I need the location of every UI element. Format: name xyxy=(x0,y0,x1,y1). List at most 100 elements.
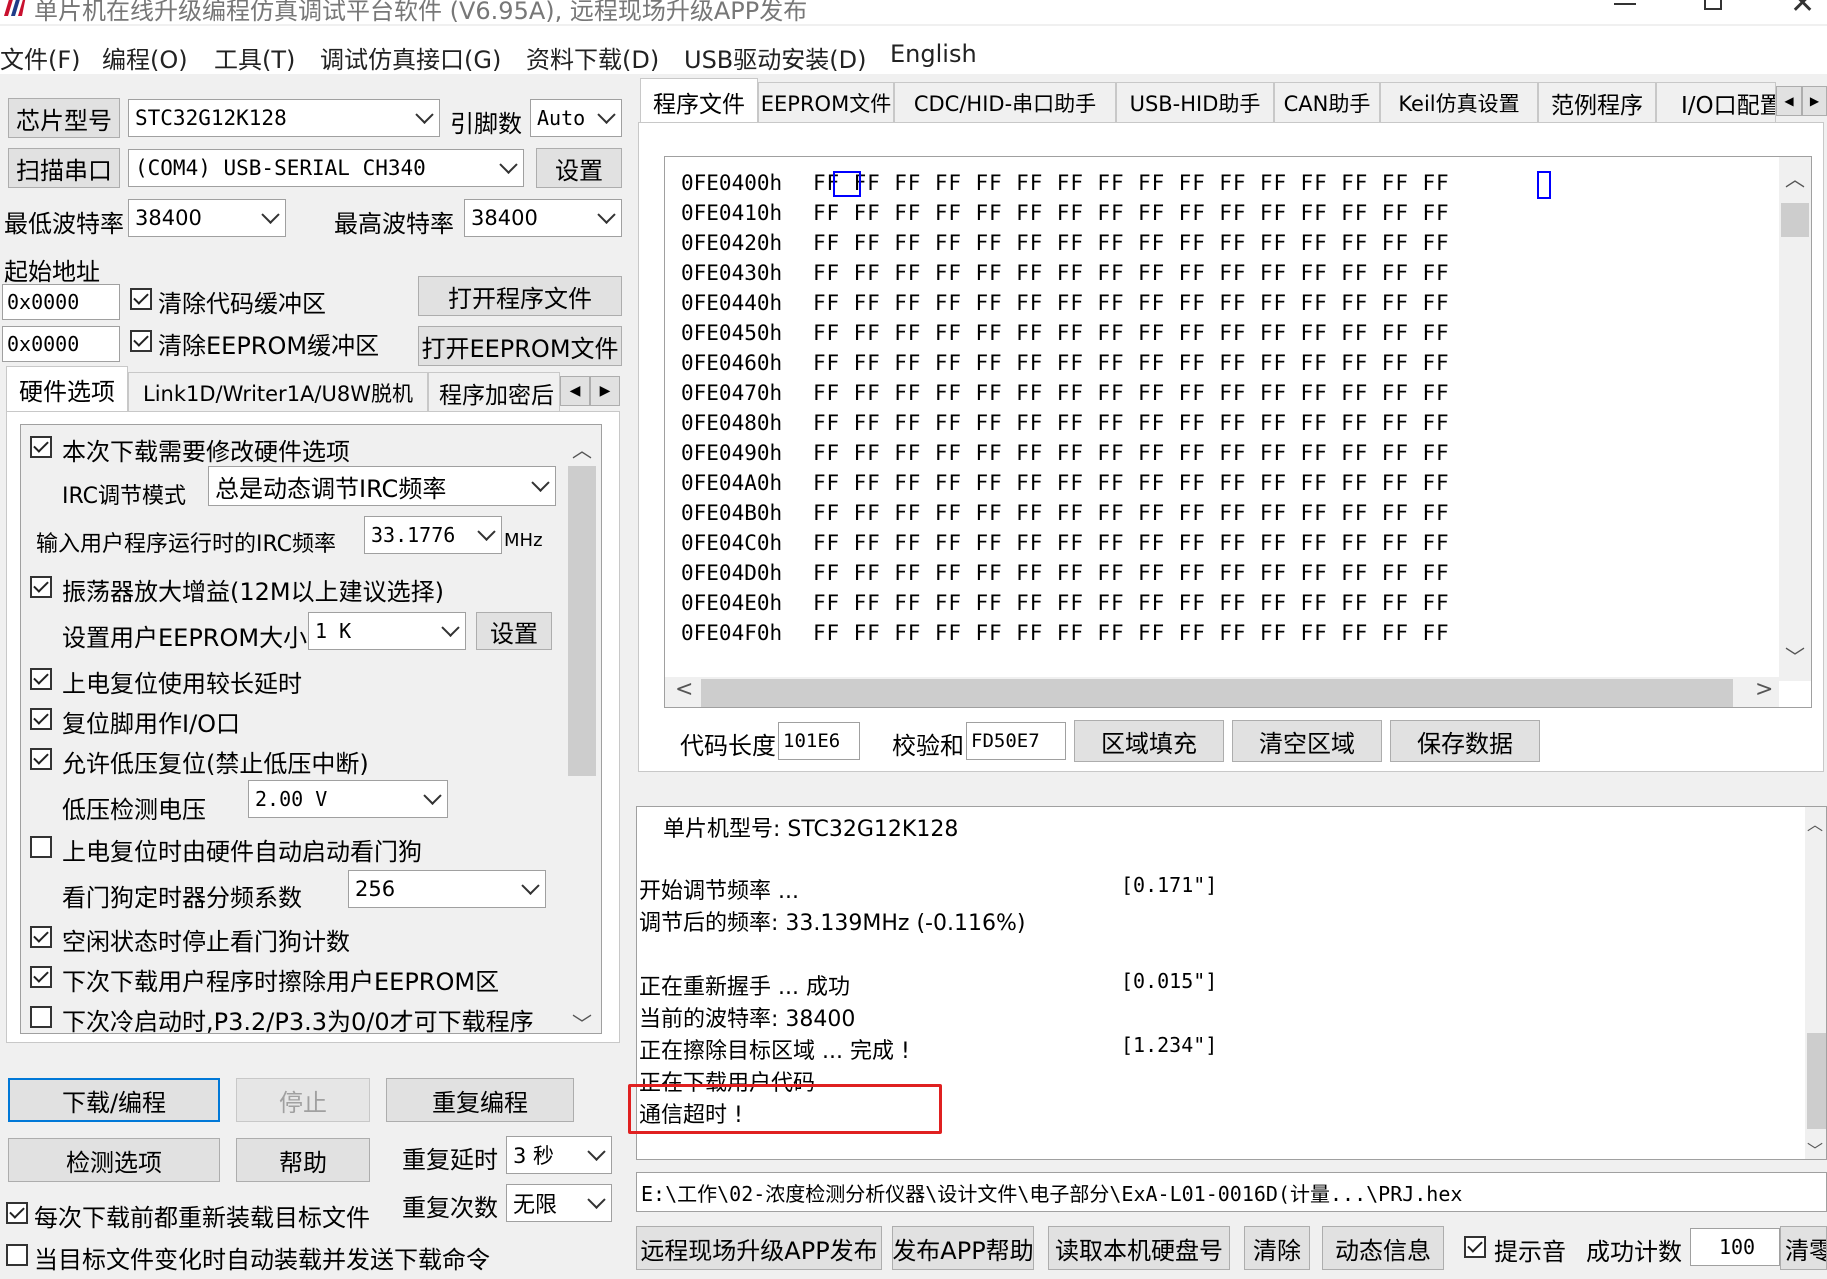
min-baud-select[interactable]: 38400 xyxy=(128,199,286,237)
lvd-select[interactable]: 2.00 V xyxy=(248,780,448,818)
scroll-down-icon[interactable]: ﹀ xyxy=(572,1008,592,1037)
hex-bytes[interactable]: FF FF FF FF FF FF FF FF FF FF FF FF FF F… xyxy=(813,471,1450,495)
irc-freq-input[interactable]: 33.1776 xyxy=(364,516,502,554)
eeprom-address-input[interactable]: 0x0000 xyxy=(2,326,120,362)
clear-region-button[interactable]: 清空区域 xyxy=(1232,720,1382,762)
auto-watchdog-checkbox[interactable] xyxy=(30,836,52,858)
close-icon[interactable]: ✕ xyxy=(1790,0,1815,21)
tab-io-config[interactable]: I/O口配置 xyxy=(1656,82,1776,122)
erase-eeprom-checkbox[interactable] xyxy=(30,966,52,988)
menu-download-docs[interactable]: 资料下载(D) xyxy=(526,40,659,75)
idle-stop-wdt-checkbox[interactable] xyxy=(30,926,52,948)
hex-bytes[interactable]: FF FF FF FF FF FF FF FF FF FF FF FF FF F… xyxy=(813,441,1450,465)
scroll-down-icon[interactable]: ﹀ xyxy=(1785,641,1805,670)
tab-examples[interactable]: 范例程序 xyxy=(1538,82,1656,122)
reset-count-button[interactable]: 清零 xyxy=(1780,1226,1827,1270)
scroll-right-icon[interactable]: > xyxy=(1755,677,1773,702)
max-baud-select[interactable]: 38400 xyxy=(464,199,622,237)
auto-load-checkbox[interactable] xyxy=(6,1244,28,1266)
subtab-hardware[interactable]: 硬件选项 xyxy=(6,366,128,412)
publish-app-button[interactable]: 远程现场升级APP发布 xyxy=(636,1226,882,1270)
read-disk-id-button[interactable]: 读取本机硬盘号 xyxy=(1048,1226,1230,1270)
hex-bytes[interactable]: FF FF FF FF FF FF FF FF FF FF FF FF FF F… xyxy=(813,501,1450,525)
cold-boot-p32-checkbox[interactable] xyxy=(30,1006,52,1028)
help-button[interactable]: 帮助 xyxy=(236,1138,370,1182)
dynamic-info-button[interactable]: 动态信息 xyxy=(1322,1226,1444,1270)
download-program-button[interactable]: 下载/编程 xyxy=(8,1078,220,1122)
modify-hw-options-checkbox[interactable] xyxy=(30,436,52,458)
irc-mode-select[interactable]: 总是动态调节IRC频率 xyxy=(208,466,556,506)
menu-english[interactable]: English xyxy=(890,40,977,68)
osc-gain-checkbox[interactable] xyxy=(30,576,52,598)
subtab-scroll-left-icon[interactable]: ◀ xyxy=(560,376,590,406)
menu-file[interactable]: 文件(F) xyxy=(0,40,81,75)
eeprom-size-set-button[interactable]: 设置 xyxy=(476,612,552,650)
hex-bytes[interactable]: FF FF FF FF FF FF FF FF FF FF FF FF FF F… xyxy=(813,621,1450,645)
hex-bytes[interactable]: FF FF FF FF FF FF FF FF FF FF FF FF FF F… xyxy=(813,321,1450,345)
scroll-up-icon[interactable]: ︿ xyxy=(572,434,592,463)
hex-vscroll-thumb[interactable] xyxy=(1781,203,1809,237)
menu-debug[interactable]: 调试仿真接口(G) xyxy=(320,40,501,75)
detect-options-button[interactable]: 检测选项 xyxy=(8,1138,220,1182)
options-scroll-thumb[interactable] xyxy=(568,466,596,776)
fill-region-button[interactable]: 区域填充 xyxy=(1074,720,1224,762)
hex-bytes[interactable]: FF FF FF FF FF FF FF FF FF FF FF FF FF F… xyxy=(813,561,1450,585)
hex-bytes[interactable]: FF FF FF FF FF FF FF FF FF FF FF FF FF F… xyxy=(813,411,1450,435)
file-path-field[interactable]: E:\工作\02-浓度检测分析仪器\设计文件\电子部分\ExA-L01-0016… xyxy=(636,1172,1827,1212)
chip-type-select[interactable]: STC32G12K128 xyxy=(128,99,440,137)
pins-select[interactable]: Auto xyxy=(530,99,622,137)
low-voltage-reset-checkbox[interactable] xyxy=(30,748,52,770)
tab-serial-assistant[interactable]: CDC/HID-串口助手 xyxy=(894,82,1116,122)
port-select[interactable]: (COM4) USB-SERIAL CH340 xyxy=(128,149,524,187)
scan-port-button[interactable]: 扫描串口 xyxy=(8,148,120,188)
hex-bytes[interactable]: FF FF FF FF FF FF FF FF FF FF FF FF FF F… xyxy=(813,201,1450,225)
menu-usb-driver[interactable]: USB驱动安装(D) xyxy=(684,40,866,75)
hex-bytes[interactable]: FF FF FF FF FF FF FF FF FF FF FF FF FF F… xyxy=(813,171,1450,195)
scroll-down-icon[interactable]: ﹀ xyxy=(1807,1137,1823,1159)
maximize-icon[interactable] xyxy=(1704,0,1722,10)
open-program-file-button[interactable]: 打开程序文件 xyxy=(418,276,622,316)
menu-tools[interactable]: 工具(T) xyxy=(214,40,295,75)
log-scroll-thumb[interactable] xyxy=(1807,1033,1826,1129)
hex-bytes[interactable]: FF FF FF FF FF FF FF FF FF FF FF FF FF F… xyxy=(813,531,1450,555)
repeat-delay-select[interactable]: 3 秒 xyxy=(506,1136,612,1174)
scroll-left-icon[interactable]: < xyxy=(675,677,693,702)
hex-hscroll-thumb[interactable] xyxy=(701,679,1733,707)
hex-viewer[interactable]: 0FE0400h FF FF FF FF FF FF FF FF FF FF FF… xyxy=(664,156,1812,708)
minimize-icon[interactable] xyxy=(1614,3,1636,5)
clear-code-checkbox[interactable] xyxy=(130,288,152,310)
subtab-offline[interactable]: Link1D/Writer1A/U8W脱机 xyxy=(128,372,428,412)
publish-help-button[interactable]: 发布APP帮助 xyxy=(892,1226,1034,1270)
hex-bytes[interactable]: FF FF FF FF FF FF FF FF FF FF FF FF FF F… xyxy=(813,231,1450,255)
clear-log-button[interactable]: 清除 xyxy=(1244,1226,1310,1270)
eeprom-size-select[interactable]: 1 K xyxy=(308,612,466,650)
wdt-prescaler-select[interactable]: 256 xyxy=(348,870,546,908)
hex-bytes[interactable]: FF FF FF FF FF FF FF FF FF FF FF FF FF F… xyxy=(813,381,1450,405)
tab-usb-hid[interactable]: USB-HID助手 xyxy=(1116,82,1274,122)
scroll-up-icon[interactable]: ︿ xyxy=(1785,163,1805,192)
hex-bytes[interactable]: FF FF FF FF FF FF FF FF FF FF FF FF FF F… xyxy=(813,261,1450,285)
hex-bytes[interactable]: FF FF FF FF FF FF FF FF FF FF FF FF FF F… xyxy=(813,291,1450,315)
scroll-up-icon[interactable]: ︿ xyxy=(1807,811,1823,835)
tab-program-file[interactable]: 程序文件 xyxy=(640,78,758,124)
subtab-scroll-right-icon[interactable]: ▶ xyxy=(590,376,620,406)
port-settings-button[interactable]: 设置 xyxy=(536,148,622,188)
tab-scroll-left-icon[interactable]: ◀ xyxy=(1776,86,1802,116)
save-data-button[interactable]: 保存数据 xyxy=(1390,720,1540,762)
tab-scroll-right-icon[interactable]: ▶ xyxy=(1802,86,1827,116)
tab-eeprom-file[interactable]: EEPROM文件 xyxy=(758,82,894,122)
menu-program[interactable]: 编程(O) xyxy=(102,40,188,75)
tab-can[interactable]: CAN助手 xyxy=(1274,82,1380,122)
clear-eeprom-checkbox[interactable] xyxy=(130,330,152,352)
repeat-count-select[interactable]: 无限 xyxy=(506,1184,612,1222)
sound-checkbox[interactable] xyxy=(1464,1236,1486,1258)
hex-bytes[interactable]: FF FF FF FF FF FF FF FF FF FF FF FF FF F… xyxy=(813,591,1450,615)
long-reset-delay-checkbox[interactable] xyxy=(30,668,52,690)
reload-target-checkbox[interactable] xyxy=(6,1202,28,1224)
stop-button[interactable]: 停止 xyxy=(236,1078,370,1122)
tab-keil[interactable]: Keil仿真设置 xyxy=(1380,82,1538,122)
repeat-program-button[interactable]: 重复编程 xyxy=(386,1078,574,1122)
open-eeprom-file-button[interactable]: 打开EEPROM文件 xyxy=(418,326,622,366)
subtab-encrypt[interactable]: 程序加密后 xyxy=(428,372,560,412)
chip-type-button[interactable]: 芯片型号 xyxy=(8,98,120,138)
